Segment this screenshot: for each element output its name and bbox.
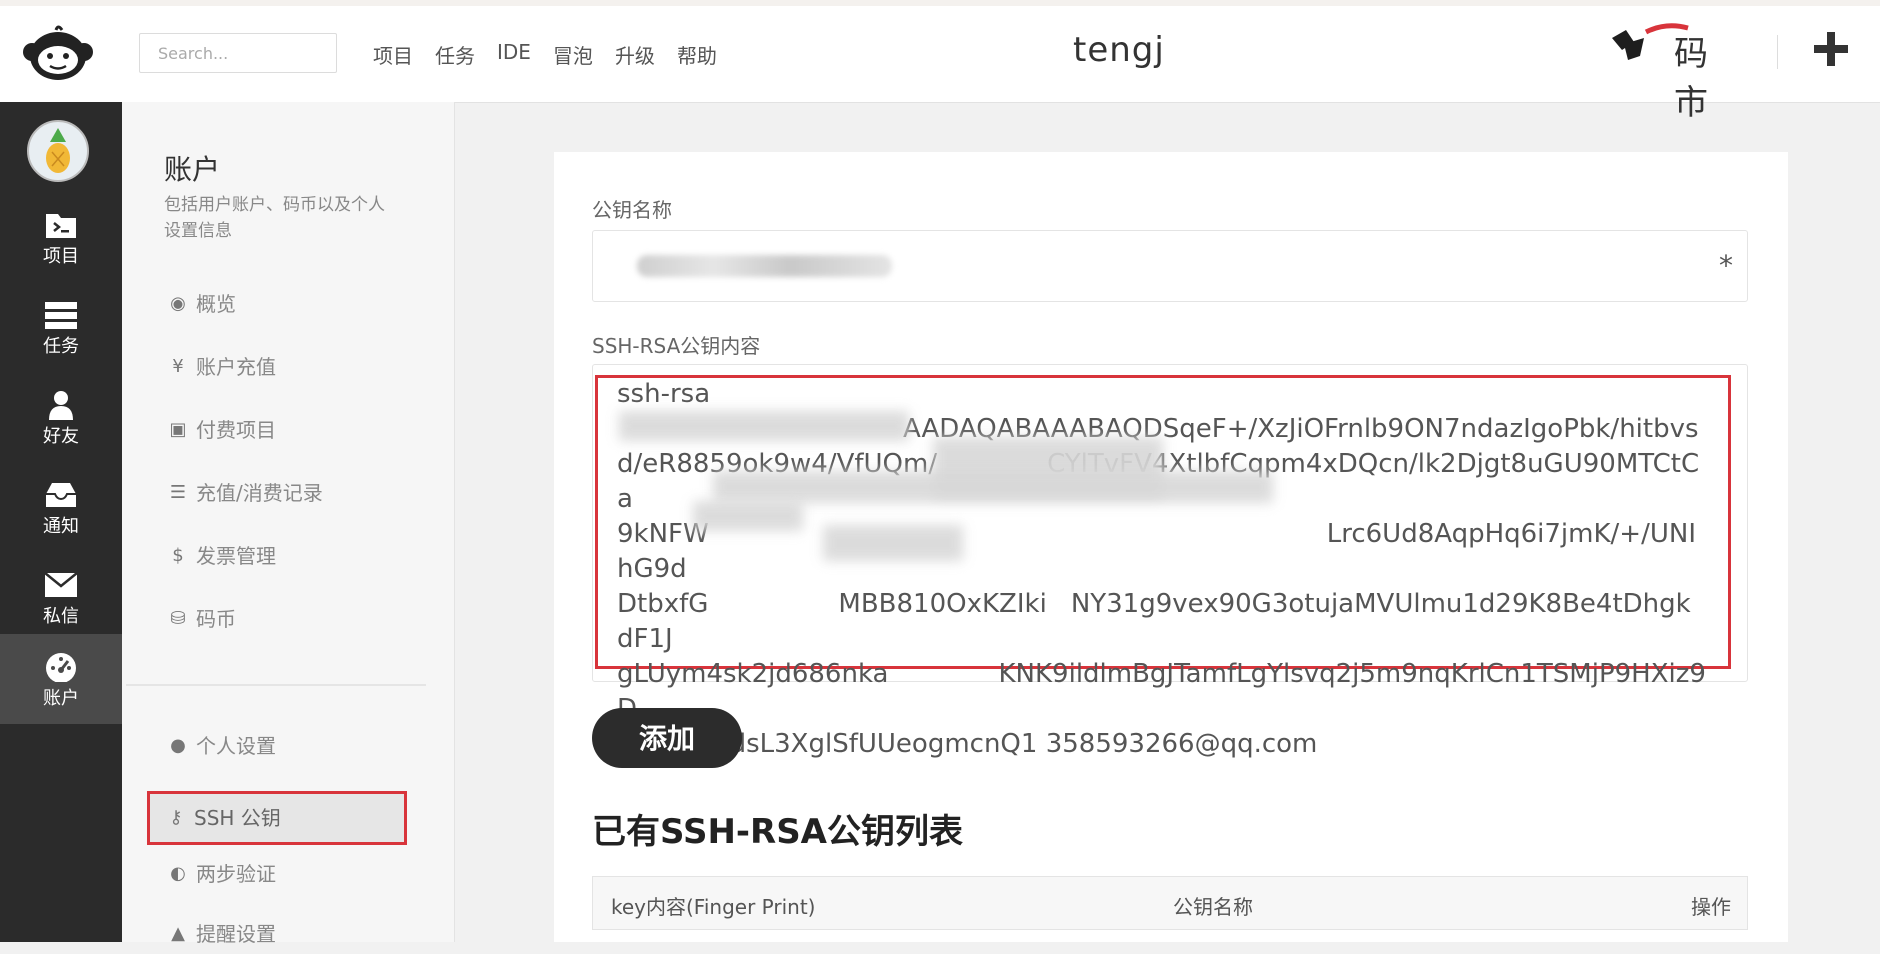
message-icon: [44, 572, 78, 597]
redacted-region: [693, 501, 803, 531]
menu-item-label: 个人设置: [196, 734, 276, 758]
task-icon: [45, 302, 77, 329]
redacted-region: [713, 471, 1273, 503]
key-line: DtbxfG MBB810OxKZIki NY31g9vex90G3otujaMVU…: [617, 589, 1691, 654]
key-name-field[interactable]: *: [592, 230, 1748, 302]
top-bar: 项目 任务 IDE 冒泡 升级 帮助 tengj 码 市: [0, 0, 1880, 123]
redacted-region: [823, 525, 963, 561]
nav-item-help[interactable]: 帮助: [677, 40, 717, 69]
avatar[interactable]: [27, 120, 89, 182]
menu-item-label: 付费项目: [196, 418, 276, 442]
account-sidebar: 账户 包括用户账户、码币以及个人设置信息 ◉ 概览 ¥ 账户充值 ▣ 付费项目 …: [122, 102, 455, 946]
key-content-textarea[interactable]: ssh-rsa AADAQABAAABAQDSqeF+/XzJiOFrnlb9O…: [592, 364, 1748, 759]
plus-icon[interactable]: [1812, 30, 1850, 68]
coin-market-logo[interactable]: 码 市: [1604, 16, 1764, 123]
project-icon: [46, 214, 76, 238]
menu-item-label: 提醒设置: [196, 922, 276, 946]
sidebar-item-label: 任务: [43, 336, 79, 357]
key-icon: ⚷: [169, 807, 183, 828]
dollar-icon: $: [172, 545, 184, 566]
paid-project-icon: ▣: [169, 419, 187, 440]
menu-item-reminders[interactable]: ▲ 提醒设置: [166, 914, 276, 954]
sidebar-item-project[interactable]: 项目: [0, 200, 122, 284]
key-name-label: 公钥名称: [592, 198, 672, 222]
user-icon: ●: [170, 735, 186, 756]
primary-sidebar: 项目 任务 好友 通知 私信 账户: [0, 102, 122, 942]
menu-item-coins[interactable]: ⛁ 码币: [166, 599, 236, 639]
column-key-name: 公钥名称: [1173, 895, 1253, 919]
menu-divider: [126, 684, 426, 686]
page-user-title: tengj: [1073, 30, 1165, 70]
account-description: 包括用户账户、码币以及个人设置信息: [164, 195, 385, 241]
nav-item-upgrade[interactable]: 升级: [615, 40, 655, 69]
top-strip: [0, 0, 1880, 6]
key-list-header: key内容(Finger Print) 公钥名称 操作: [592, 876, 1748, 930]
menu-item-personal-settings[interactable]: ● 个人设置: [166, 726, 276, 766]
sidebar-item-label: 项目: [43, 246, 79, 267]
redacted-key-name: [637, 255, 892, 277]
yen-icon: ¥: [172, 356, 184, 377]
sidebar-item-friends[interactable]: 好友: [0, 380, 122, 464]
sidebar-item-messages[interactable]: 私信: [0, 560, 122, 644]
list-icon: ☰: [169, 482, 187, 503]
menu-item-label: 码币: [196, 607, 236, 631]
dashboard-icon: ◉: [170, 293, 186, 314]
menu-item-records[interactable]: ☰ 充值/消费记录: [166, 473, 323, 513]
key-list-title: 已有SSH-RSA公钥列表: [592, 812, 963, 852]
sidebar-item-label: 好友: [43, 426, 79, 447]
coin-icon: ⛁: [170, 608, 186, 629]
notification-icon: [46, 483, 76, 507]
nav-item-bubble[interactable]: 冒泡: [553, 40, 593, 69]
sidebar-item-label: 私信: [43, 606, 79, 627]
redacted-region: [619, 411, 909, 441]
nav-item-ide[interactable]: IDE: [497, 40, 531, 69]
menu-item-label: SSH 公钥: [194, 806, 281, 830]
menu-item-label: 账户充值: [196, 355, 276, 379]
menu-item-recharge[interactable]: ¥ 账户充值: [166, 347, 276, 387]
search-input[interactable]: [139, 33, 337, 73]
ssh-key-card: 公钥名称 * SSH-RSA公钥内容 ssh-rsa AADAQABAAABAQ…: [554, 152, 1788, 942]
bell-icon: ▲: [171, 923, 185, 944]
menu-item-paid-projects[interactable]: ▣ 付费项目: [166, 410, 276, 450]
key-line: gLUym4sk2jd686nka KNK9ildlmBgJTamfLgYlsvq…: [617, 659, 1706, 724]
account-icon: [46, 653, 76, 682]
header-divider: [1777, 35, 1778, 69]
friend-icon: [49, 391, 73, 420]
sidebar-item-label: 通知: [43, 516, 79, 537]
key-content-label: SSH-RSA公钥内容: [592, 334, 761, 358]
coding-logo-icon[interactable]: [18, 22, 98, 84]
nav-item-project[interactable]: 项目: [373, 40, 413, 69]
menu-item-label: 两步验证: [196, 862, 276, 886]
key-line: ssh-rsa: [617, 379, 711, 409]
menu-item-invoice[interactable]: $ 发票管理: [166, 536, 276, 576]
sidebar-item-label: 账户: [43, 688, 79, 709]
account-title: 账户: [164, 153, 221, 186]
sidebar-item-notifications[interactable]: 通知: [0, 470, 122, 554]
add-key-button[interactable]: 添加: [592, 708, 742, 768]
menu-item-label: 充值/消费记录: [196, 481, 323, 505]
nav-item-task[interactable]: 任务: [435, 40, 475, 69]
coin-logo-text: 码 市: [1674, 34, 1718, 123]
menu-item-label: 概览: [196, 292, 236, 316]
required-mark: *: [1719, 249, 1733, 282]
pineapple-avatar-icon: [46, 128, 70, 173]
menu-item-ssh-key[interactable]: ⚷ SSH 公钥: [147, 791, 407, 845]
menu-item-two-factor[interactable]: ◐ 两步验证: [166, 854, 276, 894]
sidebar-item-task[interactable]: 任务: [0, 290, 122, 374]
shield-icon: ◐: [170, 863, 186, 884]
sidebar-item-account[interactable]: 账户: [0, 634, 122, 724]
menu-item-overview[interactable]: ◉ 概览: [166, 284, 236, 324]
key-line: gL55rDZdsL3XglSfUUeogmcnQ1 358593266@qq.…: [617, 729, 1318, 759]
menu-item-label: 发票管理: [196, 544, 276, 568]
column-actions: 操作: [1691, 895, 1731, 919]
column-fingerprint: key内容(Finger Print): [611, 895, 816, 919]
top-nav: 项目 任务 IDE 冒泡 升级 帮助: [373, 40, 739, 69]
